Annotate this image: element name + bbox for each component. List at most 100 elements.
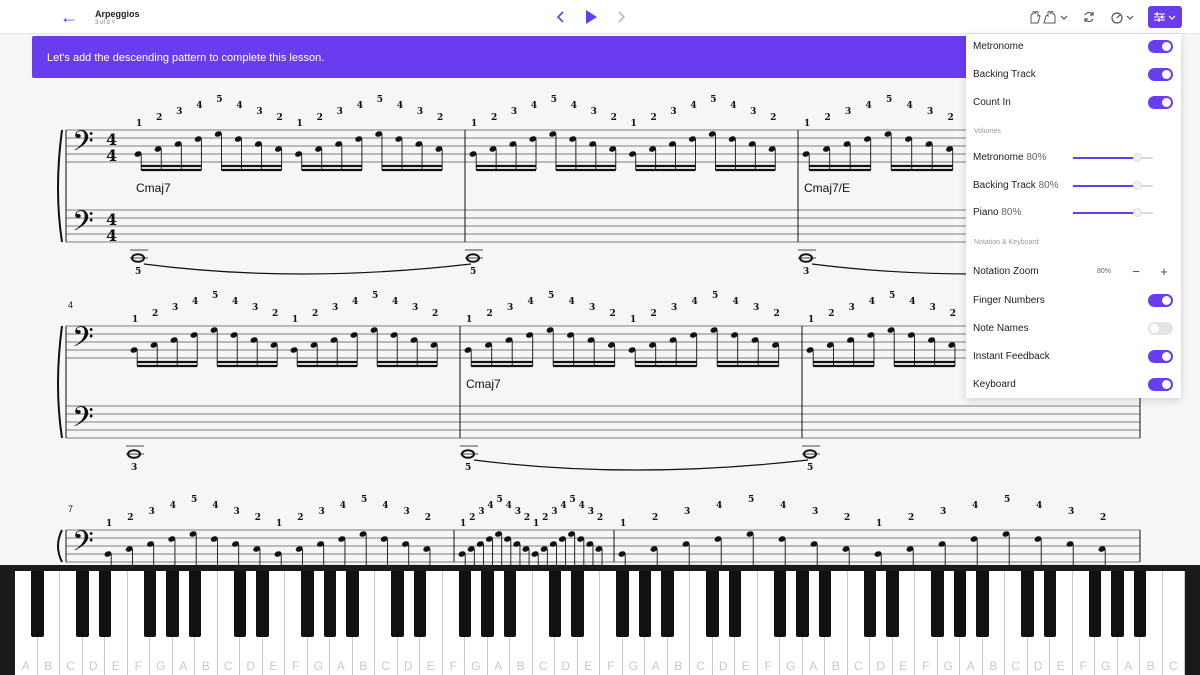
finger-number: 2 bbox=[611, 113, 617, 123]
black-key[interactable] bbox=[98, 571, 112, 637]
black-key[interactable] bbox=[953, 571, 967, 637]
finger-numbers-setting: Finger Numbers bbox=[973, 293, 1173, 307]
black-key[interactable] bbox=[323, 571, 337, 637]
finger-number: 2 bbox=[156, 113, 162, 123]
black-key[interactable] bbox=[886, 571, 899, 637]
finger-number: 1 bbox=[132, 315, 138, 325]
finger-number: 3 bbox=[478, 507, 484, 517]
backing-track-toggle[interactable] bbox=[1148, 67, 1173, 81]
black-key[interactable] bbox=[616, 571, 629, 637]
finger-number: 1 bbox=[471, 119, 477, 129]
previous-button[interactable] bbox=[556, 10, 566, 24]
black-key[interactable] bbox=[346, 571, 359, 637]
key-label: F bbox=[607, 659, 615, 673]
black-key[interactable] bbox=[143, 571, 157, 637]
finger-number: 3 bbox=[131, 463, 137, 473]
backing-track-volume-slider[interactable] bbox=[1073, 181, 1153, 190]
black-key[interactable] bbox=[188, 571, 202, 637]
slider-handle[interactable] bbox=[1133, 181, 1142, 190]
finger-number: 2 bbox=[825, 113, 831, 123]
notation-heading: Notation & Keyboard bbox=[974, 239, 1039, 246]
key-label: G bbox=[313, 659, 323, 673]
piano-volume-slider[interactable] bbox=[1073, 208, 1153, 217]
key-label: D bbox=[88, 659, 98, 673]
tempo-selector[interactable] bbox=[1110, 10, 1134, 24]
key-label: D bbox=[246, 659, 256, 673]
finger-number: 5 bbox=[470, 267, 476, 277]
key-label: A bbox=[179, 659, 188, 673]
slider-handle[interactable] bbox=[1133, 153, 1142, 162]
loop-button[interactable] bbox=[1082, 10, 1096, 24]
black-key[interactable] bbox=[638, 571, 652, 637]
black-key[interactable] bbox=[863, 571, 877, 637]
black-key[interactable] bbox=[166, 571, 179, 637]
black-key[interactable] bbox=[661, 571, 674, 637]
hands-selector[interactable] bbox=[1028, 10, 1068, 24]
next-button[interactable] bbox=[616, 10, 626, 24]
finger-numbers-toggle[interactable] bbox=[1148, 293, 1173, 307]
key-label: C bbox=[66, 659, 76, 673]
finger-number: 1 bbox=[630, 315, 636, 325]
finger-number: 1 bbox=[808, 315, 814, 325]
finger-number: 5 bbox=[886, 95, 892, 105]
black-key[interactable] bbox=[256, 571, 269, 637]
instant-feedback-label: Instant Feedback bbox=[973, 350, 1050, 362]
zoom-in-button[interactable]: + bbox=[1155, 264, 1173, 279]
black-key[interactable] bbox=[773, 571, 787, 637]
metronome-toggle[interactable] bbox=[1148, 39, 1173, 53]
finger-number: 4 bbox=[236, 101, 242, 111]
black-key[interactable] bbox=[301, 571, 314, 637]
black-key[interactable] bbox=[1021, 571, 1034, 637]
metronome-volume-slider[interactable] bbox=[1073, 153, 1153, 162]
black-key[interactable] bbox=[413, 571, 427, 637]
black-key[interactable] bbox=[1133, 571, 1147, 637]
header-tools bbox=[1028, 6, 1182, 28]
black-key[interactable] bbox=[458, 571, 472, 637]
instant-feedback-toggle[interactable] bbox=[1148, 349, 1173, 363]
black-key[interactable] bbox=[1111, 571, 1124, 637]
finger-number: 3 bbox=[172, 303, 178, 313]
finger-number: 2 bbox=[491, 113, 497, 123]
black-key[interactable] bbox=[1088, 571, 1102, 637]
piano-volume-value: 80% bbox=[1001, 207, 1022, 218]
white-key[interactable]: C bbox=[1162, 571, 1185, 675]
finger-number: 2 bbox=[127, 513, 133, 523]
finger-number: 2 bbox=[651, 309, 657, 319]
black-key[interactable] bbox=[1043, 571, 1057, 637]
back-button[interactable]: ← bbox=[58, 8, 80, 26]
count-in-toggle[interactable] bbox=[1148, 95, 1173, 109]
finger-number: 4 bbox=[212, 501, 218, 511]
play-button[interactable] bbox=[584, 9, 598, 25]
zoom-out-button[interactable]: − bbox=[1127, 264, 1145, 279]
piano-volume-label: Piano bbox=[973, 207, 999, 218]
bass-clef: 𝄢 bbox=[72, 125, 94, 165]
black-key[interactable] bbox=[548, 571, 562, 637]
slider-handle[interactable] bbox=[1133, 208, 1142, 217]
key-label: E bbox=[741, 659, 750, 673]
key-label: B bbox=[359, 659, 368, 673]
finger-number: 4 bbox=[192, 297, 198, 307]
black-key[interactable] bbox=[728, 571, 742, 637]
black-key[interactable] bbox=[31, 571, 44, 637]
keyboard-toggle[interactable] bbox=[1148, 377, 1173, 391]
lesson-progress[interactable]: 3 of 9 ˅ bbox=[95, 20, 140, 26]
finger-number: 3 bbox=[591, 107, 597, 117]
finger-number: 3 bbox=[671, 303, 677, 313]
black-key[interactable] bbox=[706, 571, 719, 637]
black-key[interactable] bbox=[481, 571, 494, 637]
black-key[interactable] bbox=[571, 571, 584, 637]
black-key[interactable] bbox=[503, 571, 517, 637]
black-key[interactable] bbox=[233, 571, 247, 637]
black-key[interactable] bbox=[76, 571, 89, 637]
key-label: A bbox=[1124, 659, 1133, 673]
note-names-toggle[interactable] bbox=[1148, 321, 1173, 335]
lesson-title-block[interactable]: Arpeggios 3 of 9 ˅ bbox=[95, 9, 140, 26]
black-key[interactable] bbox=[976, 571, 989, 637]
black-key[interactable] bbox=[391, 571, 404, 637]
finger-number: 3 bbox=[252, 303, 258, 313]
black-key[interactable] bbox=[796, 571, 809, 637]
settings-button[interactable] bbox=[1148, 6, 1182, 28]
finger-number: 5 bbox=[361, 495, 367, 505]
black-key[interactable] bbox=[931, 571, 944, 637]
black-key[interactable] bbox=[818, 571, 832, 637]
